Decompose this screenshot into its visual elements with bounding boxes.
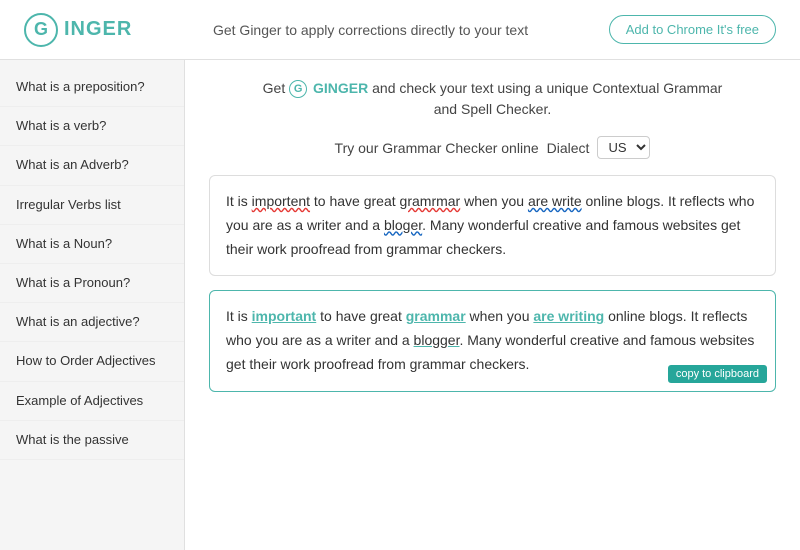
orig-mid2: when you [460, 193, 528, 209]
logo-icon: G [24, 13, 58, 47]
logo-text: INGER [64, 18, 132, 41]
sidebar-item[interactable]: What is an adjective? [0, 303, 184, 342]
original-text-box: It is importent to have great gramrmar w… [209, 175, 776, 276]
header: G INGER Get Ginger to apply corrections … [0, 0, 800, 60]
error-bloger: bloger [384, 217, 422, 233]
sidebar-item[interactable]: How to Order Adjectives [0, 342, 184, 381]
corrected-text-box: It is important to have great grammar wh… [209, 290, 776, 391]
corr-pre: It is [226, 308, 252, 324]
logo-area: G INGER [24, 13, 132, 47]
dialect-label: Dialect [547, 140, 590, 156]
corrected-blogger: blogger [414, 332, 460, 348]
sidebar-item[interactable]: What is a preposition? [0, 68, 184, 107]
corrected-grammar: grammar [406, 308, 466, 324]
ginger-logo-small: G [289, 80, 307, 98]
promo-text-3: and Spell Checker. [434, 101, 552, 117]
sidebar-item[interactable]: What is a verb? [0, 107, 184, 146]
sidebar-item[interactable]: Example of Adjectives [0, 382, 184, 421]
sidebar-item[interactable]: What is the passive [0, 421, 184, 460]
promo-banner: Get G GINGER and check your text using a… [209, 78, 776, 120]
error-are-write: are write [528, 193, 582, 209]
error-gramrmar: gramrmar [400, 193, 461, 209]
promo-text-2: and check your text using a unique Conte… [372, 80, 722, 96]
header-tagline: Get Ginger to apply corrections directly… [213, 22, 528, 38]
sidebar-item[interactable]: What is an Adverb? [0, 146, 184, 185]
sidebar-item[interactable]: What is a Noun? [0, 225, 184, 264]
add-chrome-button[interactable]: Add to Chrome It's free [609, 15, 776, 44]
main-layout: What is a preposition?What is a verb?Wha… [0, 60, 800, 550]
promo-text-1: Get [263, 80, 289, 96]
corr-mid1: to have great [316, 308, 406, 324]
grammar-checker-label: Try our Grammar Checker online [335, 140, 539, 156]
orig-mid1: to have great [310, 193, 400, 209]
error-importent: importent [252, 193, 310, 209]
ginger-brand-name: GINGER [313, 80, 368, 96]
sidebar: What is a preposition?What is a verb?Wha… [0, 60, 185, 550]
corrected-are-writing: are writing [533, 308, 604, 324]
orig-pre: It is [226, 193, 252, 209]
corr-mid2: when you [466, 308, 534, 324]
corrected-important: important [252, 308, 317, 324]
sidebar-item[interactable]: What is a Pronoun? [0, 264, 184, 303]
content-area: Get G GINGER and check your text using a… [185, 60, 800, 550]
grammar-checker-row: Try our Grammar Checker online Dialect U… [209, 136, 776, 159]
dialect-select[interactable]: US UK [597, 136, 650, 159]
sidebar-item[interactable]: Irregular Verbs list [0, 186, 184, 225]
copy-clipboard-button[interactable]: copy to clipboard [668, 365, 767, 383]
